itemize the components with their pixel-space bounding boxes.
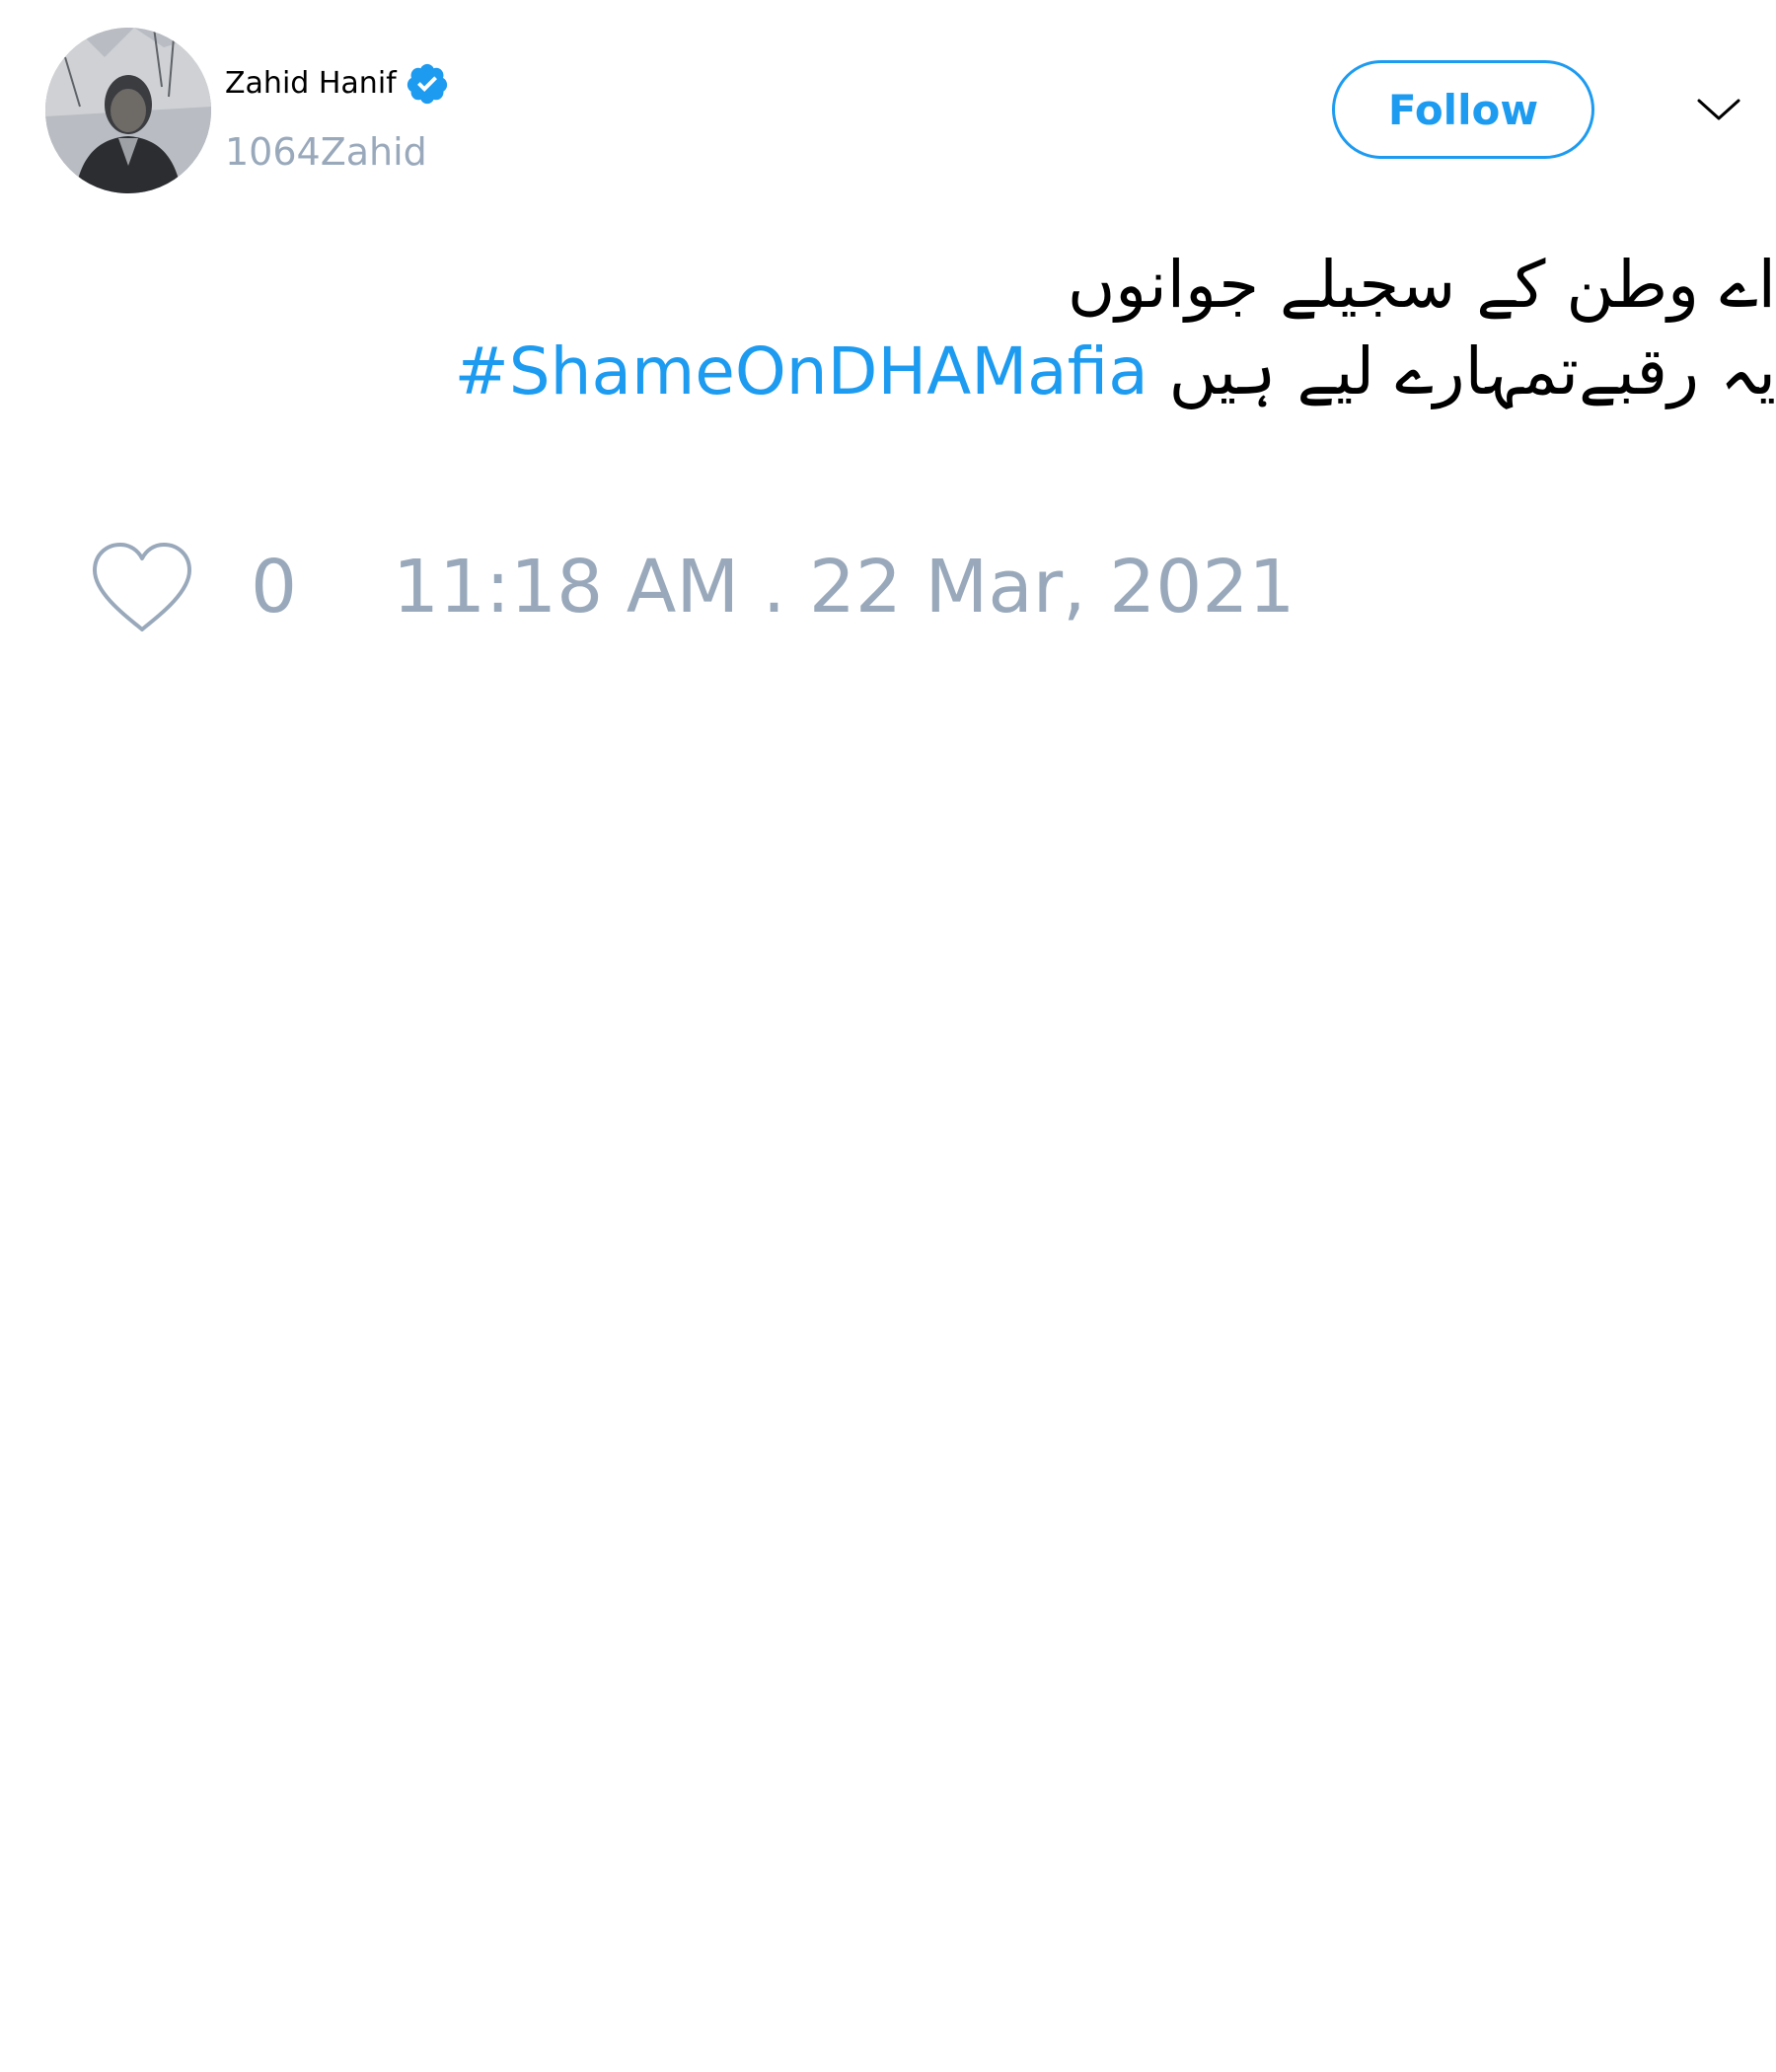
verified-badge-icon [405, 61, 450, 107]
tweet-line-2: یہ رقبےتمہارے لیے ہیں #ShameOnDHAMafia [375, 329, 1776, 415]
chevron-down-icon[interactable] [1693, 89, 1744, 128]
avatar-photo [45, 28, 211, 193]
follow-button[interactable]: Follow [1332, 60, 1594, 159]
tweet-line-1: اے وطن کے سجیلے جوانوں [1067, 247, 1776, 323]
hashtag-link[interactable]: #ShameOnDHAMafia [454, 333, 1147, 409]
author-name-row: Zahid Hanif [225, 59, 450, 109]
tweet-line-2-text: یہ رقبےتمہارے لیے ہیں [1147, 333, 1776, 409]
heart-icon[interactable] [89, 541, 195, 635]
author-handle[interactable]: 1064Zahid [225, 124, 427, 180]
tweet-text: اے وطن کے سجیلے جوانوں یہ رقبےتمہارے لیے… [375, 242, 1776, 415]
avatar[interactable] [45, 28, 211, 193]
like-count: 0 [251, 545, 298, 629]
tweet-card: Zahid Hanif 1064Zahid Follow اے وطن کے س… [0, 0, 1776, 2072]
author-name[interactable]: Zahid Hanif [225, 59, 397, 109]
hashtag-text[interactable]: #ShameOnDHAMafia [454, 333, 1147, 409]
tweet-timestamp[interactable]: 11:18 AM . 22 Mar, 2021 [393, 545, 1295, 629]
